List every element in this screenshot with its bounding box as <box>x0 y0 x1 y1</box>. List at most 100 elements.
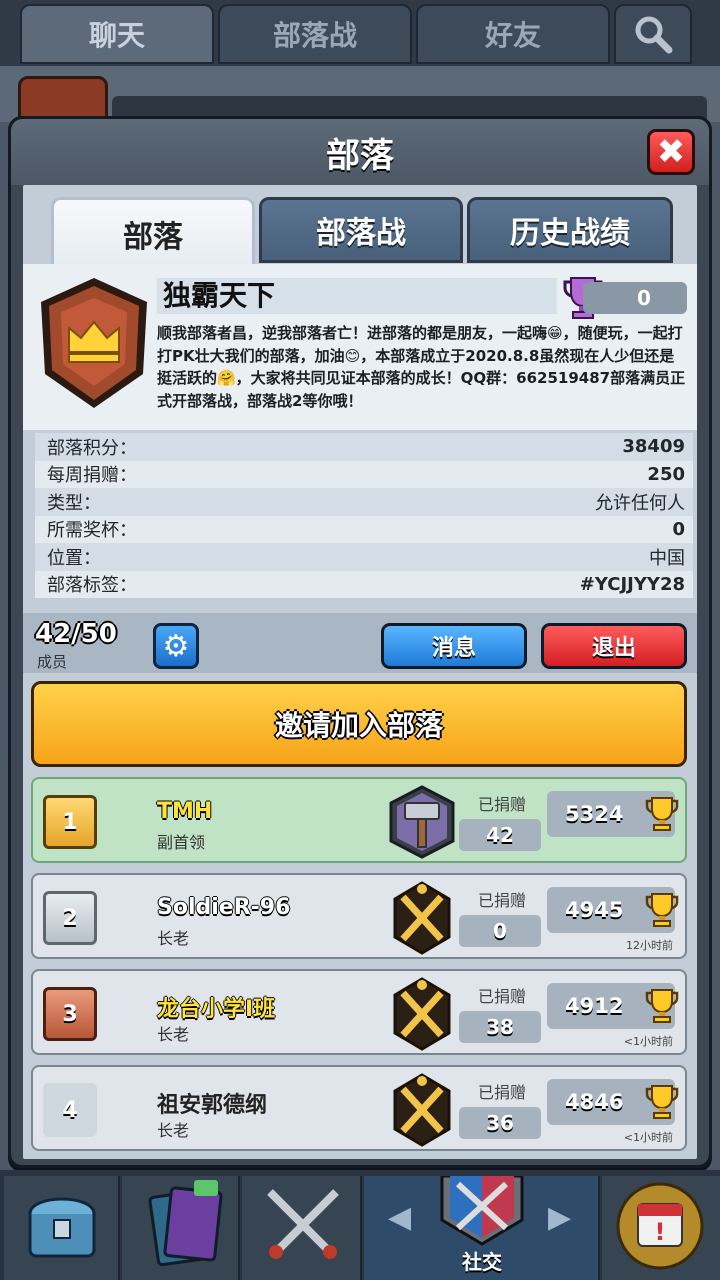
stat-row: 部落积分： 38409 <box>35 433 693 461</box>
trophy-count: 4945 <box>565 898 624 922</box>
member-trophies: 5324 <box>547 791 679 837</box>
member-row[interactable]: 1 TMH 副首领 已捐赠 42 5324 <box>31 777 687 863</box>
stat-row: 所需奖杯： 0 <box>35 515 693 543</box>
nav-social-label: 社交 <box>462 1250 502 1274</box>
member-rank: 3 <box>43 987 97 1041</box>
leave-button[interactable]: 退出 <box>541 623 687 669</box>
clan-name: 独霸天下 <box>157 278 557 314</box>
donated-label: 已捐赠 <box>477 1083 526 1102</box>
nav-battle[interactable] <box>242 1176 362 1280</box>
top-tab-clanwar[interactable]: 部落战 <box>218 4 412 64</box>
stat-row: 位置： 中国 <box>35 543 693 571</box>
panel-header: 部落 <box>11 119 709 185</box>
trophy-icon <box>645 893 679 927</box>
member-trophies: 4846 <box>547 1079 679 1125</box>
panel-body: 部落 部落战 历史战绩 独霸天下 0 顺我部落者昌，逆我部落者亡！进部落的都是朋… <box>23 185 697 1159</box>
stat-label: 类型： <box>47 492 101 514</box>
donated-count: 42 <box>459 819 541 851</box>
member-role: 长老 <box>157 1121 190 1140</box>
member-name: 祖安郭德纲 <box>157 1093 268 1118</box>
nav-cards[interactable] <box>122 1176 240 1280</box>
member-name: 龙台小学I班 <box>157 997 276 1022</box>
stat-value: 0 <box>672 518 685 540</box>
nav-next-arrow[interactable]: ▶ <box>548 1200 571 1235</box>
elder-swords-icon <box>393 881 451 955</box>
top-tab-friends[interactable]: 好友 <box>416 4 610 64</box>
clan-info: 独霸天下 0 顺我部落者昌，逆我部落者亡！进部落的都是朋友，一起嗨😁，随便玩，一… <box>23 264 697 430</box>
stat-label: 位置： <box>47 547 101 569</box>
top-tab-chat[interactable]: 聊天 <box>20 4 214 64</box>
trophy-count: 4912 <box>565 994 624 1018</box>
clan-panel: 部落 ✖ 部落 部落战 历史战绩 独霸天下 0 顺我部落者昌，逆我部落者亡！进部… <box>8 116 712 1168</box>
chest-icon <box>28 1197 96 1258</box>
elder-swords-icon <box>393 1073 451 1147</box>
trophy-count: 4846 <box>565 1090 624 1114</box>
social-shield-icon <box>440 1176 524 1246</box>
members-bar: 42/50 成员 ⚙ 消息 退出 <box>23 613 697 673</box>
last-seen: 12小时前 <box>626 939 673 952</box>
member-row[interactable]: 3 龙台小学I班 长老 已捐赠 38 4912 <1小时前 <box>31 969 687 1055</box>
stat-label: 部落标签： <box>47 575 137 597</box>
member-rank: 1 <box>43 795 97 849</box>
member-trophies: 4945 <box>547 887 679 933</box>
trophy-icon <box>645 1085 679 1119</box>
elder-swords-icon <box>393 977 451 1051</box>
member-count: 42/50 <box>35 619 117 649</box>
stat-row: 部落标签： #YCJJYY28 <box>35 570 693 598</box>
clan-badge-icon <box>41 278 147 408</box>
svg-text:!: ! <box>655 1218 666 1246</box>
stat-row: 类型： 允许任何人 <box>35 488 693 516</box>
stat-row: 每周捐赠： 250 <box>35 460 693 488</box>
donated-label: 已捐赠 <box>477 795 526 814</box>
last-seen: <1小时前 <box>623 1131 673 1144</box>
top-tab-label: 好友 <box>484 19 541 52</box>
member-row[interactable]: 4 祖安郭德纲 长老 已捐赠 36 4846 <1小时前 <box>31 1065 687 1151</box>
event-calendar-icon: ! <box>616 1182 704 1270</box>
member-name: SoldieR-96 <box>157 895 291 920</box>
invite-button[interactable]: 邀请加入部落 <box>31 681 687 767</box>
nav-events[interactable]: ! <box>602 1176 720 1280</box>
close-button[interactable]: ✖ <box>647 129 695 175</box>
tab-clan[interactable]: 部落 <box>51 197 255 267</box>
stat-value: 中国 <box>649 547 685 569</box>
member-name: TMH <box>157 799 213 824</box>
trophy-count: 5324 <box>565 802 624 826</box>
donated-label: 已捐赠 <box>477 987 526 1006</box>
top-tab-label: 部落战 <box>272 19 357 52</box>
stat-value: 38409 <box>622 436 685 458</box>
tab-label: 部落战 <box>316 216 406 251</box>
hammer-icon <box>389 785 455 859</box>
last-seen: <1小时前 <box>623 1035 673 1048</box>
clan-stats: 部落积分： 38409 每周捐赠： 250 类型： 允许任何人 所需奖杯： 0 位置： 中… <box>35 433 693 598</box>
stat-value: 允许任何人 <box>595 492 685 514</box>
top-tab-label: 聊天 <box>88 19 145 52</box>
member-trophies: 4912 <box>547 983 679 1029</box>
tab-label: 历史战绩 <box>510 216 630 251</box>
clan-trophy-count: 0 <box>583 282 687 314</box>
trophy-icon <box>645 989 679 1023</box>
tab-war-history[interactable]: 历史战绩 <box>467 197 673 263</box>
stat-value: 250 <box>647 463 685 485</box>
member-role: 长老 <box>157 929 190 948</box>
search-button[interactable] <box>614 4 692 64</box>
close-icon: ✖ <box>656 132 686 172</box>
stat-label: 每周捐赠： <box>47 465 137 487</box>
nav-prev-arrow[interactable]: ◀ <box>388 1200 411 1235</box>
battle-swords-icon <box>267 1189 339 1259</box>
clan-description: 顺我部落者昌，逆我部落者亡！进部落的都是朋友，一起嗨😁，随便玩，一起打打PK壮大… <box>157 324 686 410</box>
cards-icon <box>148 1180 223 1267</box>
panel-title: 部落 <box>326 135 394 176</box>
settings-button[interactable]: ⚙ <box>153 623 199 669</box>
nav-shop[interactable] <box>4 1176 120 1280</box>
member-role: 副首领 <box>157 833 206 852</box>
message-button[interactable]: 消息 <box>381 623 527 669</box>
stat-value: #YCJJYY28 <box>579 573 685 595</box>
member-row[interactable]: 2 SoldieR-96 长老 已捐赠 0 4945 12小时前 <box>31 873 687 959</box>
tab-clan-war[interactable]: 部落战 <box>259 197 463 263</box>
donated-count: 38 <box>459 1011 541 1043</box>
member-role: 长老 <box>157 1025 190 1044</box>
donated-count: 0 <box>459 915 541 947</box>
gear-icon: ⚙ <box>162 628 190 664</box>
trophy-icon <box>645 797 679 831</box>
member-count-label: 成员 <box>37 653 68 671</box>
